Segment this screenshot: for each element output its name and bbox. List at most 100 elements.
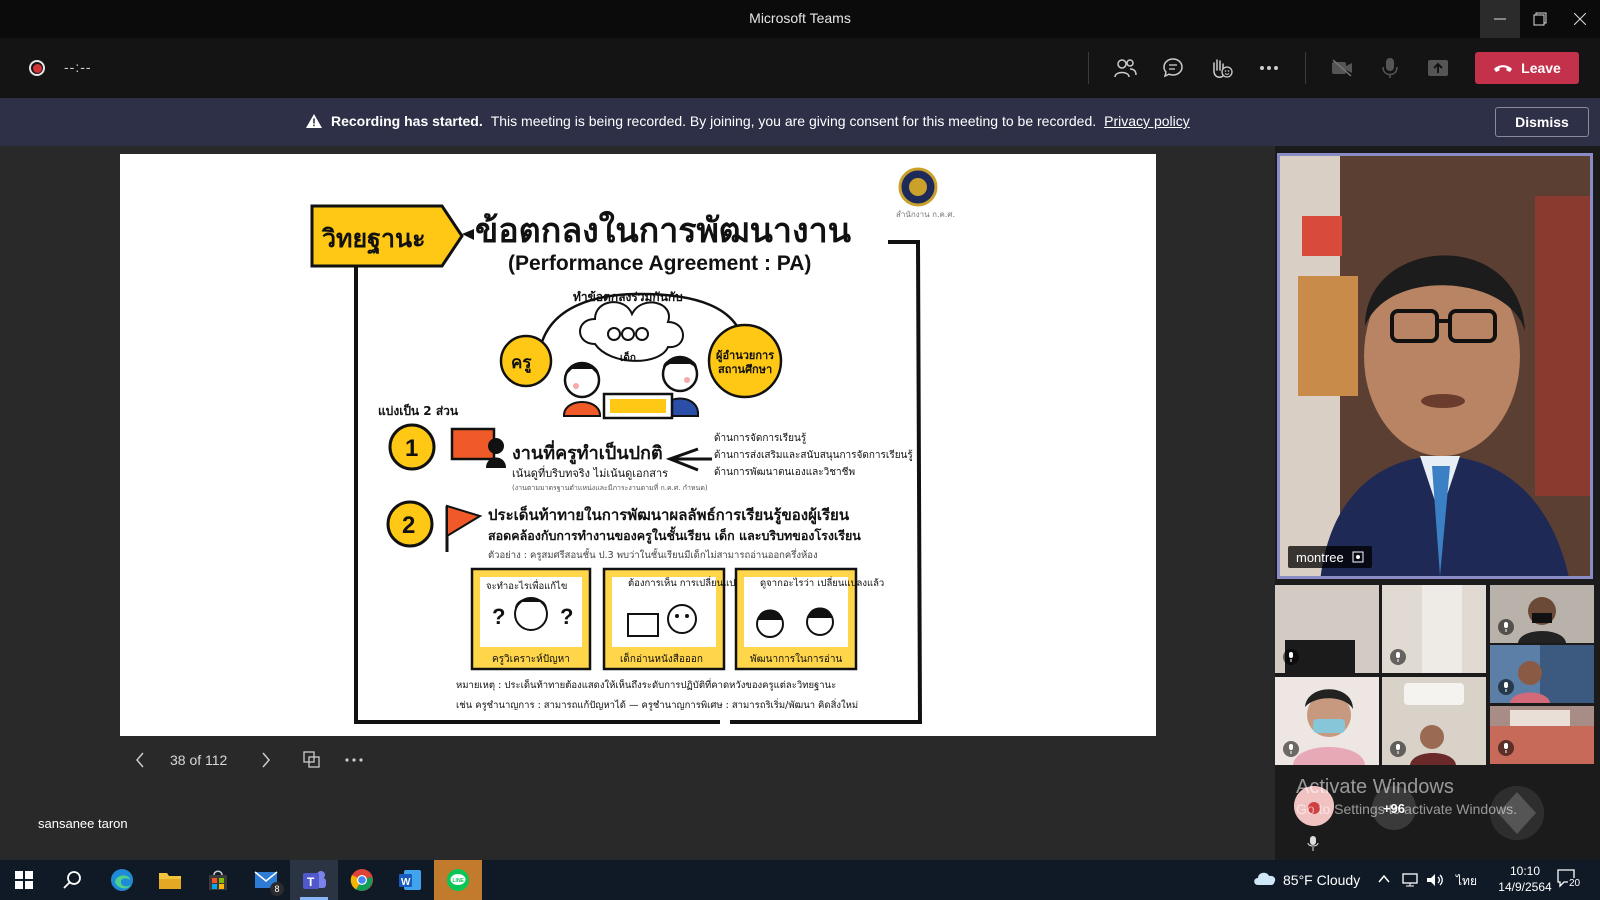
close-button[interactable] [1560,0,1600,38]
input-language[interactable]: ไทย [1456,872,1477,891]
hang-up-icon [1494,65,1513,72]
meeting-timer: --:-- [64,59,92,75]
slide-graphic: วิทยฐานะ ข้อตกลงในการพัฒนางาน (Performan… [310,167,955,724]
taskbar-edge[interactable] [98,860,146,900]
windows-taskbar: 8 T W LINE 85°F Cloudy ไทย 10:10 14/9/25… [0,860,1600,900]
speaker-video-frame [1280,156,1590,576]
system-clock[interactable]: 10:10 14/9/2564 [1490,863,1560,895]
taskbar-word[interactable]: W [386,860,434,900]
footnote-2: เช่น ครูชำนาญการ : สามารถแก้ปัญหาได้ — ค… [456,698,858,711]
search-button[interactable] [48,860,96,900]
participant-tile[interactable] [1490,585,1594,643]
participant-tile[interactable] [1275,677,1379,765]
network-button[interactable] [1402,872,1418,893]
part1-number: 1 [405,435,418,462]
participant-tile[interactable] [1382,585,1486,673]
card1-top: จะทำอะไรเพื่อแก้ไข [486,579,567,592]
taskbar-line[interactable]: LINE [434,860,482,900]
ocsc-logo-icon [898,167,938,207]
weather-widget[interactable] [1252,869,1278,892]
hand-emoji-icon [1213,59,1233,78]
mic-icon [1283,741,1299,757]
teacher-board-icon [450,427,506,468]
activate-windows-watermark: Activate Windows Go to Settings to activ… [1296,776,1517,817]
more-icon [345,758,363,762]
slide-title-th: ข้อตกลงในการพัฒนางาน [475,210,851,251]
word-icon: W [399,870,421,890]
svg-text:W: W [401,877,411,888]
svg-text:T: T [307,875,315,889]
participant-tile[interactable] [1275,585,1379,673]
mic-icon [1498,619,1514,635]
mic-button[interactable] [1374,53,1406,83]
card2-bottom: เด็กอ่านหนังสือออก [620,651,703,665]
windows-logo-icon [15,871,33,889]
next-slide-button[interactable] [256,752,276,768]
card3-bottom: พัฒนาการในการอ่าน [750,653,842,665]
prev-slide-button[interactable] [130,752,150,768]
slide-tag: วิทยฐานะ [321,224,425,255]
part1-subtitle: เน้นดูที่บริบทจริง ไม่เน้นดูเอกสาร [512,465,668,480]
svg-text:?: ? [560,604,573,629]
mic-icon [1498,740,1514,756]
agree-label: ทำข้อตกลงร่วมกันกับ [573,290,683,304]
mic-icon [1390,649,1406,665]
more-actions-button[interactable] [1253,53,1285,83]
taskbar-teams[interactable]: T [290,860,338,900]
cloud-icon [1254,872,1276,885]
slide-grid-button[interactable] [300,751,324,769]
start-button[interactable] [0,860,48,900]
participants-button[interactable] [1109,53,1141,83]
minimize-button[interactable] [1480,0,1520,38]
notification-center-button[interactable]: 20 [1556,868,1586,892]
slides-grid-icon [303,751,320,768]
toolbar-divider [1305,52,1306,84]
store-bag-icon [209,870,227,890]
dismiss-button[interactable]: Dismiss [1495,107,1589,137]
notification-count: 20 [1568,878,1582,889]
toolbar-divider [1088,52,1089,84]
svg-text:LINE: LINE [453,878,465,884]
chat-button[interactable] [1157,53,1189,83]
warning-icon [306,114,322,128]
mic-icon [1390,741,1406,757]
banner-text: This meeting is being recorded. By joini… [490,113,1097,129]
volume-button[interactable] [1426,872,1444,893]
share-content-button[interactable] [1422,53,1454,83]
clock-date: 14/9/2564 [1498,880,1552,894]
clock-time: 10:10 [1509,864,1541,878]
participant-tile[interactable] [1490,706,1594,764]
participant-tile[interactable] [1382,677,1486,765]
banner-title: Recording has started. [331,113,483,129]
participant-tile[interactable] [1490,645,1594,703]
card3-top: ดูจากอะไรว่า เปลี่ยนแปลงแล้ว [760,576,884,589]
privacy-policy-link[interactable]: Privacy policy [1104,113,1190,129]
speaker-icon [1427,874,1443,886]
weather-text[interactable]: 85°F Cloudy [1283,872,1360,888]
network-icon [1402,873,1418,887]
mic-icon [1283,649,1299,665]
card1-bottom: ครูวิเคราะห์ปัญหา [492,653,570,665]
tray-overflow-button[interactable] [1378,872,1390,890]
main-speaker-video[interactable]: montree [1277,153,1593,579]
footnote-1: หมายเหตุ : ประเด็นท้าทายต้องแสดงให้เห็นถ… [456,678,836,691]
svg-text:?: ? [492,604,505,629]
chevron-right-icon [262,752,270,768]
teams-window: Microsoft Teams --:-- Leave Recording ha… [0,0,1600,900]
leave-label: Leave [1521,60,1561,76]
part1-item-2: ด้านการส่งเสริมและสนับสนุนการจัดการเรียน… [714,449,913,461]
taskbar-store[interactable] [194,860,242,900]
restore-button[interactable] [1520,0,1560,38]
close-icon [1574,13,1586,25]
leave-button[interactable]: Leave [1475,52,1579,84]
taskbar-file-explorer[interactable] [146,860,194,900]
banner-message: Recording has started. This meeting is b… [305,113,1190,129]
example-text: ตัวอย่าง : ครูสมศรีสอนชั้น ป.3 พบว่าในชั… [488,548,818,561]
taskbar-mail[interactable]: 8 [242,860,290,900]
slide-more-button[interactable] [342,758,366,762]
reactions-button[interactable] [1205,53,1237,83]
camera-button[interactable] [1326,53,1358,83]
meeting-toolbar: --:-- Leave [0,38,1600,98]
part2-number: 2 [402,512,415,539]
taskbar-chrome[interactable] [338,860,386,900]
